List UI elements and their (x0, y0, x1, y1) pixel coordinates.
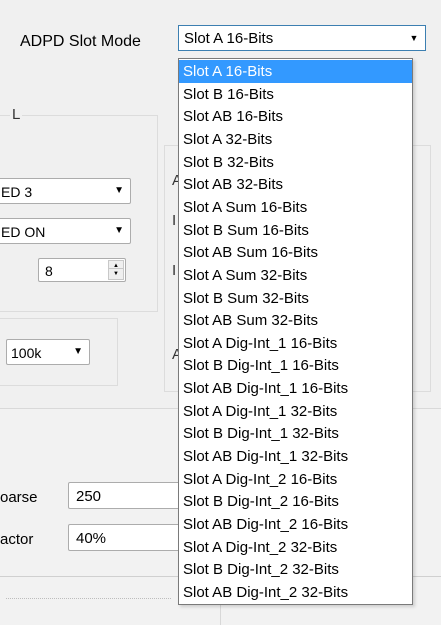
dropdown-option[interactable]: Slot AB 32-Bits (179, 173, 412, 196)
dropdown-option[interactable]: Slot AB Dig-Int_1 16-Bits (179, 377, 412, 400)
coarse-label: oarse (0, 489, 38, 506)
dropdown-option[interactable]: Slot B Dig-Int_2 32-Bits (179, 558, 412, 581)
led-select-value: ED 3 (1, 184, 33, 200)
dropdown-option[interactable]: Slot B Dig-Int_1 16-Bits (179, 354, 412, 377)
slot-mode-dropdown-list[interactable]: Slot A 16-Bits Slot B 16-Bits Slot AB 16-B… (178, 58, 413, 605)
dropdown-option[interactable]: Slot A 32-Bits (179, 128, 412, 151)
led-state-value: ED ON (1, 224, 46, 240)
dropdown-option[interactable]: Slot B Dig-Int_2 16-Bits (179, 490, 412, 513)
dropdown-option[interactable]: Slot AB Sum 32-Bits (179, 309, 412, 332)
dropdown-option[interactable]: Slot AB 16-Bits (179, 105, 412, 128)
spin-down-icon[interactable]: ▼ (108, 268, 124, 280)
chevron-down-icon[interactable]: ▼ (403, 26, 425, 50)
slot-mode-selected-value: Slot A 16-Bits (184, 30, 274, 47)
chevron-down-icon[interactable]: ▼ (114, 225, 124, 236)
factor-input[interactable]: 40% (68, 524, 180, 551)
chevron-down-icon[interactable]: ▼ (73, 346, 83, 357)
dropdown-option[interactable]: Slot B 16-Bits (179, 83, 412, 106)
dropdown-option[interactable]: Slot B Sum 32-Bits (179, 287, 412, 310)
factor-label: actor (0, 531, 34, 548)
dropdown-option[interactable]: Slot A Dig-Int_2 32-Bits (179, 536, 412, 559)
frequency-value: 100k (11, 345, 42, 361)
group-title: L (10, 106, 23, 123)
dropdown-option[interactable]: Slot A Sum 32-Bits (179, 264, 412, 287)
dropdown-option[interactable]: Slot A Dig-Int_1 16-Bits (179, 332, 412, 355)
dropdown-option[interactable]: Slot B Sum 16-Bits (179, 219, 412, 242)
led-select[interactable]: ED 3 ▼ (0, 178, 131, 204)
right-group-label-fragment: I (172, 262, 177, 279)
dropdown-option[interactable]: Slot AB Dig-Int_2 16-Bits (179, 513, 412, 536)
dropdown-option[interactable]: Slot A Dig-Int_1 32-Bits (179, 400, 412, 423)
led-group-box (0, 115, 158, 312)
right-group-label-fragment: I (172, 212, 177, 229)
dropdown-option[interactable]: Slot A Sum 16-Bits (179, 196, 412, 219)
led-state-select[interactable]: ED ON ▼ (0, 218, 131, 244)
slot-mode-select[interactable]: Slot A 16-Bits ▼ (178, 25, 426, 51)
dropdown-option[interactable]: Slot B 32-Bits (179, 151, 412, 174)
dropdown-option[interactable]: Slot A 16-Bits (179, 60, 412, 83)
coarse-input[interactable]: 250 (68, 482, 180, 509)
slot-mode-label: ADPD Slot Mode (20, 33, 141, 50)
dropdown-option[interactable]: Slot AB Dig-Int_1 32-Bits (179, 445, 412, 468)
dotted-separator (6, 598, 171, 600)
numeric-spinner[interactable]: 8 ▲ ▼ (38, 258, 126, 282)
dropdown-option[interactable]: Slot B Dig-Int_1 32-Bits (179, 422, 412, 445)
frequency-select[interactable]: 100k ▼ (6, 339, 90, 365)
chevron-down-icon[interactable]: ▼ (114, 185, 124, 196)
dropdown-option[interactable]: Slot AB Dig-Int_2 32-Bits (179, 581, 412, 604)
dropdown-option[interactable]: Slot AB Sum 16-Bits (179, 241, 412, 264)
coarse-value: 250 (76, 488, 102, 505)
spinner-value: 8 (45, 263, 53, 279)
factor-value: 40% (76, 530, 107, 547)
dropdown-option[interactable]: Slot A Dig-Int_2 16-Bits (179, 468, 412, 491)
